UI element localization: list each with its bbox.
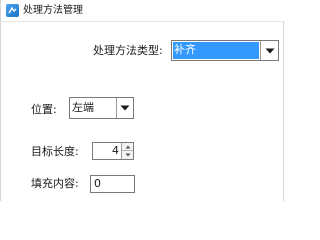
spinner-up-button[interactable] [122, 143, 133, 151]
method-type-value: 补齐 [174, 43, 196, 56]
method-type-dropdown[interactable]: 补齐 [171, 40, 279, 61]
window-title: 处理方法管理 [23, 5, 83, 16]
position-value: 左端 [72, 101, 94, 114]
fill-content-value: 0 [94, 177, 101, 190]
chevron-up-icon [125, 145, 130, 148]
dialog-window: 处理方法管理 处理方法类型: 补齐 位置: 左端 目标长度: 4 填充内容: 0 [0, 0, 285, 201]
chevron-down-icon [265, 48, 274, 53]
title-bar[interactable]: 处理方法管理 [1, 0, 285, 22]
target-length-label: 目标长度: [31, 145, 79, 158]
method-type-arrow-button[interactable] [260, 41, 278, 60]
fill-content-label: 填充内容: [31, 177, 79, 190]
target-length-spinner[interactable]: 4 [92, 142, 134, 160]
method-type-label: 处理方法类型: [93, 44, 163, 57]
chevron-down-icon [120, 105, 130, 111]
position-dropdown[interactable]: 左端 [69, 97, 134, 119]
fill-content-input[interactable]: 0 [90, 175, 135, 193]
target-length-value: 4 [112, 144, 119, 157]
spinner-down-button[interactable] [122, 151, 133, 159]
chevron-down-icon [125, 153, 130, 157]
position-arrow-button[interactable] [116, 98, 133, 118]
app-icon [6, 4, 19, 17]
position-label: 位置: [31, 103, 57, 116]
spinner-buttons [121, 143, 133, 159]
